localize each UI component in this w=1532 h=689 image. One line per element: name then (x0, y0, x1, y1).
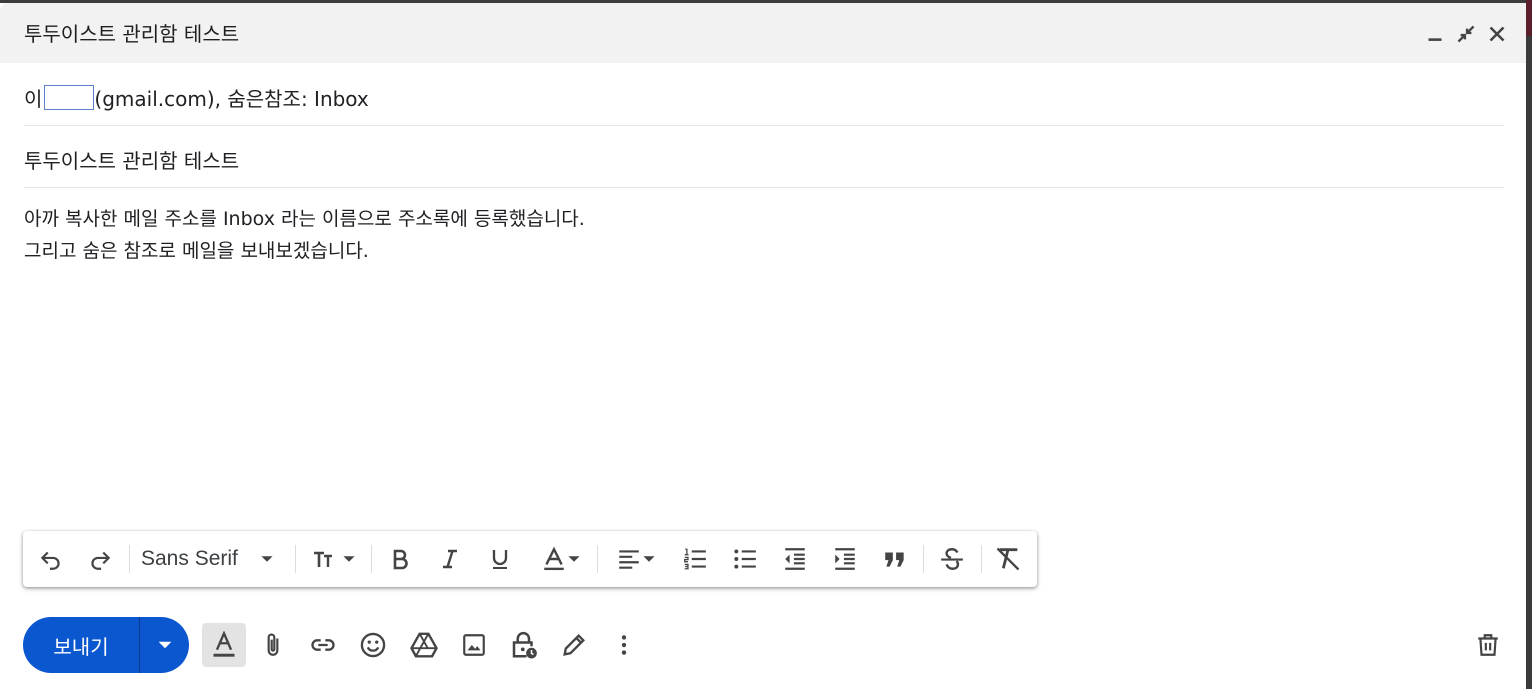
indent-more-button[interactable] (828, 543, 862, 575)
indent-more-icon (835, 548, 855, 570)
chevron-down-icon (568, 556, 580, 562)
indent-less-button[interactable] (778, 543, 812, 575)
numbered-list-button[interactable] (678, 543, 712, 575)
text-color-button[interactable] (535, 543, 587, 575)
more-options-button[interactable] (604, 625, 644, 665)
subject-field[interactable]: 투두이스트 관리함 테스트 (24, 125, 1504, 188)
drive-icon (410, 632, 438, 658)
confidential-mode-button[interactable] (504, 625, 544, 665)
schedule-send-button[interactable] (140, 617, 189, 673)
text-size-icon (314, 551, 332, 567)
redacted-name (44, 85, 95, 110)
attach-files-button[interactable] (253, 625, 293, 665)
exit-fullscreen-icon (1457, 25, 1475, 43)
formatting-toolbar: Sans Serif (23, 531, 1037, 587)
italic-button[interactable] (433, 543, 467, 575)
text-color-icon (544, 546, 564, 571)
toolbar-separator (923, 545, 924, 573)
toolbar-separator (295, 545, 296, 573)
insert-drive-button[interactable] (404, 625, 444, 665)
underline-button[interactable] (483, 543, 517, 575)
toolbar-separator (981, 545, 982, 573)
text-size-button[interactable] (307, 543, 361, 575)
minimize-button[interactable] (1422, 21, 1448, 47)
subject-input[interactable]: 투두이스트 관리함 테스트 (24, 145, 239, 174)
toolbar-separator (597, 545, 598, 573)
recipients-field[interactable]: 이 (gmail.com), 숨은참조: Inbox (24, 63, 1504, 126)
recipients-text[interactable]: 이 (gmail.com), 숨은참조: Inbox (24, 83, 369, 112)
close-button[interactable] (1484, 21, 1510, 47)
body-line-2: 그리고 숨은 참조로 메일을 보내보겠습니다. (24, 240, 369, 262)
indent-less-icon (785, 548, 805, 570)
strikethrough-icon (941, 548, 963, 570)
compose-bottom-bar: 보내기 (0, 615, 1526, 675)
remove-formatting-button[interactable] (991, 543, 1025, 575)
quote-icon (885, 552, 904, 567)
remove-formatting-icon (996, 547, 1020, 571)
insert-link-button[interactable] (303, 625, 343, 665)
chevron-down-icon (643, 556, 655, 562)
bulleted-list-icon (734, 549, 756, 569)
background-strip (1526, 0, 1532, 36)
formatting-options-button[interactable] (202, 623, 246, 667)
send-button-group: 보내기 (23, 617, 189, 673)
strikethrough-button[interactable] (935, 543, 969, 575)
bold-button[interactable] (383, 543, 417, 575)
quote-button[interactable] (878, 543, 912, 575)
trash-icon (1478, 634, 1498, 656)
font-select[interactable]: Sans Serif (141, 543, 287, 575)
numbered-list-icon (684, 548, 706, 570)
align-icon (619, 550, 639, 569)
toolbar-separator (129, 545, 130, 573)
italic-icon (443, 549, 457, 569)
insert-photo-button[interactable] (454, 625, 494, 665)
chevron-down-icon (261, 556, 273, 562)
more-vert-icon (621, 635, 627, 655)
redo-icon (91, 551, 111, 570)
compose-window: 투두이스트 관리함 테스트 이 (gmail.com), 숨은참조: Inbox … (0, 3, 1526, 689)
bold-icon (393, 549, 408, 570)
undo-button[interactable] (35, 543, 67, 575)
recipient-domain-and-bcc: (gmail.com), 숨은참조: Inbox (94, 87, 369, 111)
align-button[interactable] (609, 543, 663, 575)
chevron-down-icon (158, 641, 171, 649)
close-icon (1489, 26, 1505, 42)
body-line-1: 아까 복사한 메일 주소를 Inbox 라는 이름으로 주소록에 등록했습니다. (24, 208, 585, 230)
send-button[interactable]: 보내기 (23, 617, 139, 673)
font-name: Sans Serif (141, 547, 238, 570)
pen-icon (563, 634, 585, 656)
paperclip-icon (267, 633, 279, 656)
toolbar-separator (371, 545, 372, 573)
lock-clock-icon (512, 631, 537, 659)
bulleted-list-button[interactable] (728, 543, 762, 575)
exit-fullscreen-button[interactable] (1453, 21, 1479, 47)
insert-signature-button[interactable] (554, 625, 594, 665)
chevron-down-icon (343, 556, 355, 562)
recipient-name-prefix: 이 (24, 87, 43, 111)
redo-button[interactable] (84, 543, 116, 575)
emoji-icon (360, 632, 386, 658)
link-icon (311, 639, 335, 651)
message-body[interactable]: 아까 복사한 메일 주소를 Inbox 라는 이름으로 주소록에 등록했습니다.… (24, 203, 585, 267)
compose-titlebar[interactable]: 투두이스트 관리함 테스트 (0, 3, 1526, 63)
text-format-icon (213, 631, 235, 657)
discard-draft-button[interactable] (1468, 625, 1508, 665)
insert-emoji-button[interactable] (353, 625, 393, 665)
undo-icon (40, 551, 60, 570)
compose-title: 투두이스트 관리함 테스트 (24, 22, 240, 46)
window-right-edge (1526, 0, 1532, 689)
photo-icon (463, 634, 485, 656)
underline-icon (492, 550, 508, 569)
minimize-icon (1428, 38, 1442, 41)
